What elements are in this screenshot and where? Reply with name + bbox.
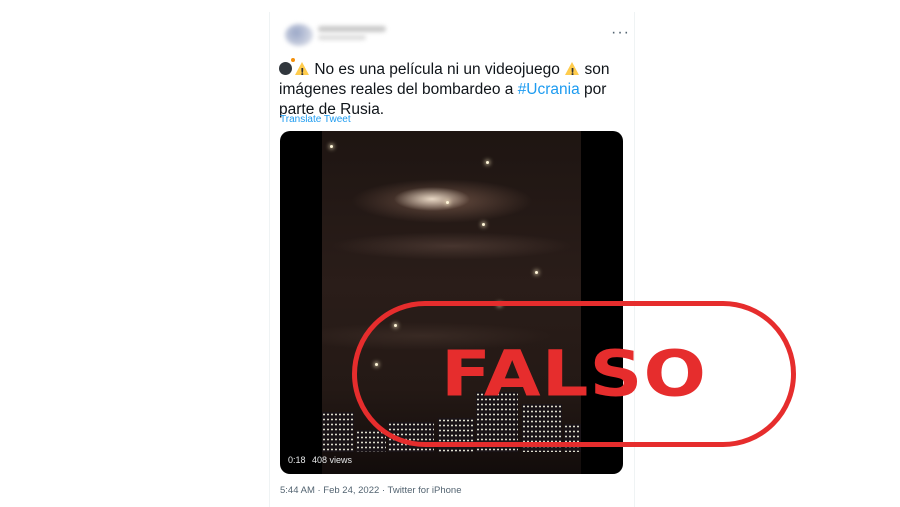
video-views: 408 views: [312, 455, 353, 465]
tweet-text-part1: No es una película ni un videojuego: [314, 61, 560, 78]
author-name-blurred[interactable]: [318, 26, 388, 40]
more-options-icon[interactable]: ···: [611, 24, 630, 42]
warning-emoji-icon: [565, 62, 580, 83]
hashtag-link[interactable]: #Ucrania: [518, 81, 580, 98]
falso-stamp-text: FALSO: [440, 337, 708, 411]
tweet-text: No es una película ni un videojuego son …: [279, 58, 624, 120]
video-duration: 0:18: [288, 455, 306, 465]
avatar[interactable]: [285, 24, 313, 46]
translate-tweet-link[interactable]: Translate Tweet: [280, 114, 351, 125]
tweet-timestamp[interactable]: 5:44 AM · Feb 24, 2022 · Twitter for iPh…: [280, 485, 461, 496]
falso-stamp: FALSO: [352, 301, 796, 447]
bomb-emoji-icon: [279, 58, 295, 75]
warning-emoji-icon: [295, 62, 309, 83]
